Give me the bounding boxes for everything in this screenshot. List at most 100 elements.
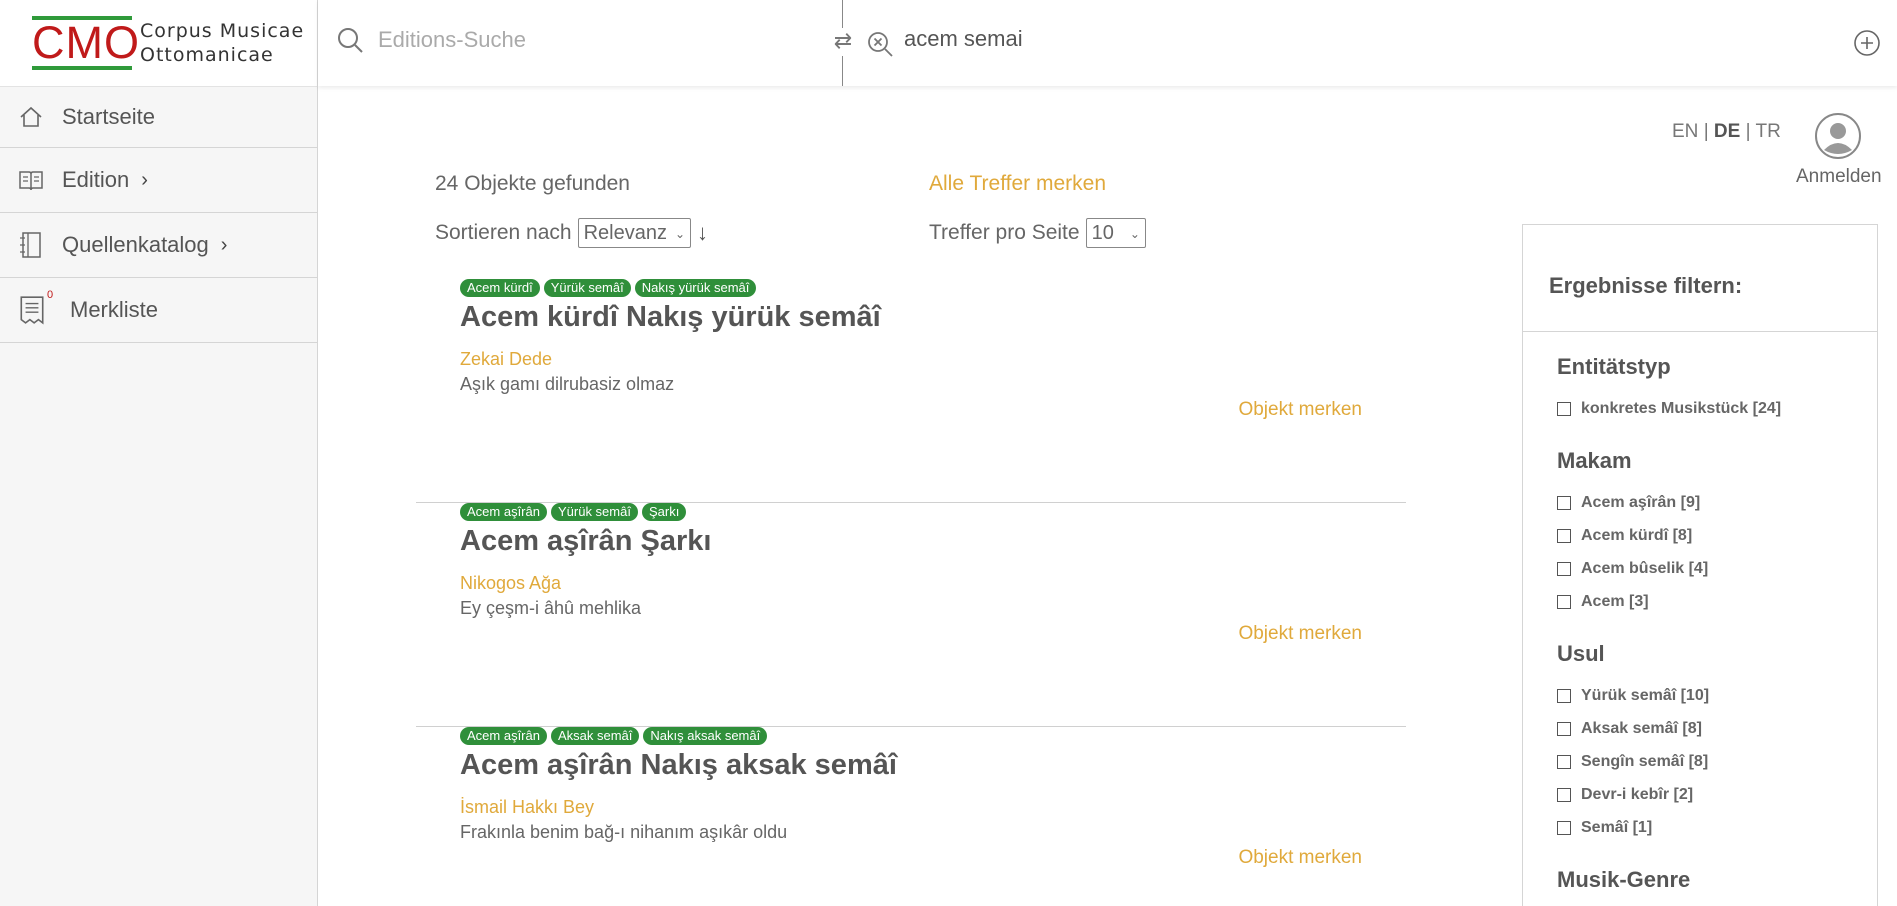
swap-search-icon[interactable]: ⇄: [831, 28, 855, 56]
chevron-right-icon: ›: [220, 233, 228, 256]
sidebar-item-label: Merkliste: [70, 297, 159, 322]
incipit-text: Ey çeşm-i âhû mehlika: [460, 598, 642, 618]
clear-search-icon[interactable]: [866, 30, 894, 58]
tag-makam[interactable]: Acem aşîrân: [460, 503, 547, 521]
filter-option[interactable]: Devr-i kebîr [2]: [1557, 778, 1877, 811]
lang-de[interactable]: DE: [1714, 121, 1740, 142]
checkbox[interactable]: [1557, 561, 1571, 576]
filter-section-makam: Makam Acem aşîrân [9] Acem kürdî [8] Ace…: [1523, 448, 1877, 618]
tag-genre[interactable]: Şarkı: [641, 503, 687, 521]
filter-option[interactable]: Acem [3]: [1557, 585, 1877, 618]
filter-section-usul: Usul Yürük semâî [10] Aksak semâî [8] Se…: [1523, 641, 1877, 844]
sidebar-item-merkliste[interactable]: 0 Merkliste: [0, 278, 317, 343]
per-page-label: Treffer pro Seite: [929, 221, 1080, 244]
sidebar-item-startseite[interactable]: Startseite: [0, 86, 317, 148]
lang-tr[interactable]: TR: [1755, 121, 1780, 142]
save-object-link[interactable]: Objekt merken: [1238, 847, 1362, 869]
result-title[interactable]: Acem aşîrân Şarkı: [460, 525, 711, 558]
sidebar-item-label: Startseite: [62, 104, 155, 129]
sidebar-item-label: Quellenkatalog: [62, 232, 209, 257]
filter-panel: Ergebnisse filtern: Entitätstyp konkrete…: [1522, 224, 1878, 906]
home-icon: [20, 106, 42, 127]
checkbox[interactable]: [1557, 528, 1571, 543]
sort-control: Sortieren nach Relevanz ⌄ ↓: [435, 218, 708, 248]
tag-genre[interactable]: Nakış aksak semâî: [643, 727, 768, 745]
notebook-icon: [20, 232, 41, 258]
filter-option[interactable]: Acem kürdî [8]: [1557, 519, 1877, 552]
composer-link[interactable]: İsmail Hakkı Bey: [460, 797, 594, 818]
save-all-results-link[interactable]: Alle Treffer merken: [929, 172, 1106, 196]
filter-option[interactable]: Yürük semâî [10]: [1557, 679, 1877, 712]
filter-section-musik-genre: Musik-Genre: [1523, 867, 1877, 893]
tag-usul[interactable]: Yürük semâî: [550, 503, 638, 521]
add-icon[interactable]: [1853, 29, 1881, 57]
result-title[interactable]: Acem aşîrân Nakış aksak semâî: [460, 749, 897, 782]
filter-option[interactable]: Aksak semâî [8]: [1557, 712, 1877, 745]
edition-search-input[interactable]: [378, 27, 818, 53]
incipit-text: Aşık gamı dilrubasiz olmaz: [460, 374, 675, 394]
sidebar-item-quellenkatalog[interactable]: Quellenkatalog ›: [0, 213, 317, 278]
result-count: 24 Objekte gefunden: [435, 172, 630, 195]
tag-list: Acem kürdî Yürük semâî Nakış yürük semâî: [460, 279, 757, 297]
per-page-control: Treffer pro Seite 10 ⌄: [929, 218, 1146, 248]
tag-genre[interactable]: Nakış yürük semâî: [634, 279, 757, 297]
sort-select[interactable]: Relevanz ⌄: [577, 218, 692, 248]
sort-label: Sortieren nach: [435, 221, 572, 244]
filter-option[interactable]: Acem bûselik [4]: [1557, 552, 1877, 585]
filter-option[interactable]: Semâî [1]: [1557, 811, 1877, 844]
filter-option[interactable]: Acem aşîrân [9]: [1557, 486, 1877, 519]
sort-direction-toggle[interactable]: ↓: [697, 220, 708, 246]
sidebar: CMO Corpus Musicae Ottomanicae Startseit…: [0, 0, 318, 906]
checkbox[interactable]: [1557, 688, 1571, 703]
result-item: Acem aşîrân Yürük semâî Şarkı Acem aşîrâ…: [416, 503, 1406, 727]
filter-heading: Ergebnisse filtern:: [1523, 225, 1877, 332]
tag-makam[interactable]: Acem aşîrân: [460, 727, 547, 745]
search-icon: [338, 28, 363, 53]
tag-usul[interactable]: Yürük semâî: [543, 279, 631, 297]
filter-section-title: Entitätstyp: [1557, 354, 1671, 379]
chevron-right-icon: ›: [141, 168, 148, 191]
login-link[interactable]: Anmelden: [1796, 166, 1882, 188]
chevron-down-icon: ⌄: [674, 226, 686, 241]
filter-section-title: Makam: [1557, 448, 1632, 473]
filter-section-entitaetstyp: Entitätstyp konkretes Musikstück [24]: [1523, 354, 1877, 425]
tag-usul[interactable]: Aksak semâî: [550, 727, 640, 745]
checkbox[interactable]: [1557, 401, 1571, 416]
save-object-link[interactable]: Objekt merken: [1238, 399, 1362, 421]
checkbox[interactable]: [1557, 787, 1571, 802]
checkbox[interactable]: [1557, 754, 1571, 769]
filter-section-title: Usul: [1557, 641, 1605, 666]
logo-mark: CMO: [32, 16, 140, 70]
per-page-select[interactable]: 10 ⌄: [1085, 218, 1146, 248]
checkbox[interactable]: [1557, 594, 1571, 609]
fulltext-search-input[interactable]: acem semai: [904, 26, 1023, 52]
result-item: Acem aşîrân Aksak semâî Nakış aksak semâ…: [416, 727, 1406, 906]
result-title[interactable]: Acem kürdî Nakış yürük semâî: [460, 301, 881, 334]
checkbox[interactable]: [1557, 721, 1571, 736]
filter-option[interactable]: konkretes Musikstück [24]: [1557, 392, 1877, 425]
tag-list: Acem aşîrân Yürük semâî Şarkı: [460, 503, 687, 521]
checkbox[interactable]: [1557, 820, 1571, 835]
tag-makam[interactable]: Acem kürdî: [460, 279, 540, 297]
sidebar-item-label: Edition: [62, 167, 130, 192]
user-avatar-icon[interactable]: [1814, 112, 1862, 160]
checkbox[interactable]: [1557, 495, 1571, 510]
book-icon: [19, 171, 43, 191]
language-switcher: EN | DE | TR: [1672, 121, 1781, 142]
save-object-link[interactable]: Objekt merken: [1238, 623, 1362, 645]
list-icon: [20, 296, 44, 325]
composer-link[interactable]: Zekai Dede: [460, 349, 552, 370]
incipit-text: Frakınla benim bağ-ı nihanım aşıkâr oldu: [460, 822, 788, 842]
filter-option[interactable]: Sengîn semâî [8]: [1557, 745, 1877, 778]
tag-list: Acem aşîrân Aksak semâî Nakış aksak semâ…: [460, 727, 768, 745]
logo-text: Corpus Musicae Ottomanicae: [140, 20, 305, 66]
cmo-logo[interactable]: CMO Corpus Musicae Ottomanicae: [0, 0, 317, 86]
search-bar: ⇄ acem semai: [318, 0, 1897, 86]
edition-search: [336, 26, 818, 54]
lang-en[interactable]: EN: [1672, 121, 1698, 142]
sidebar-item-edition[interactable]: Edition ›: [0, 148, 317, 213]
composer-link[interactable]: Nikogos Ağa: [460, 573, 561, 594]
chevron-down-icon: ⌄: [1129, 226, 1140, 241]
filter-section-title: Musik-Genre: [1557, 867, 1691, 892]
merkliste-count-badge: 0: [47, 289, 54, 301]
